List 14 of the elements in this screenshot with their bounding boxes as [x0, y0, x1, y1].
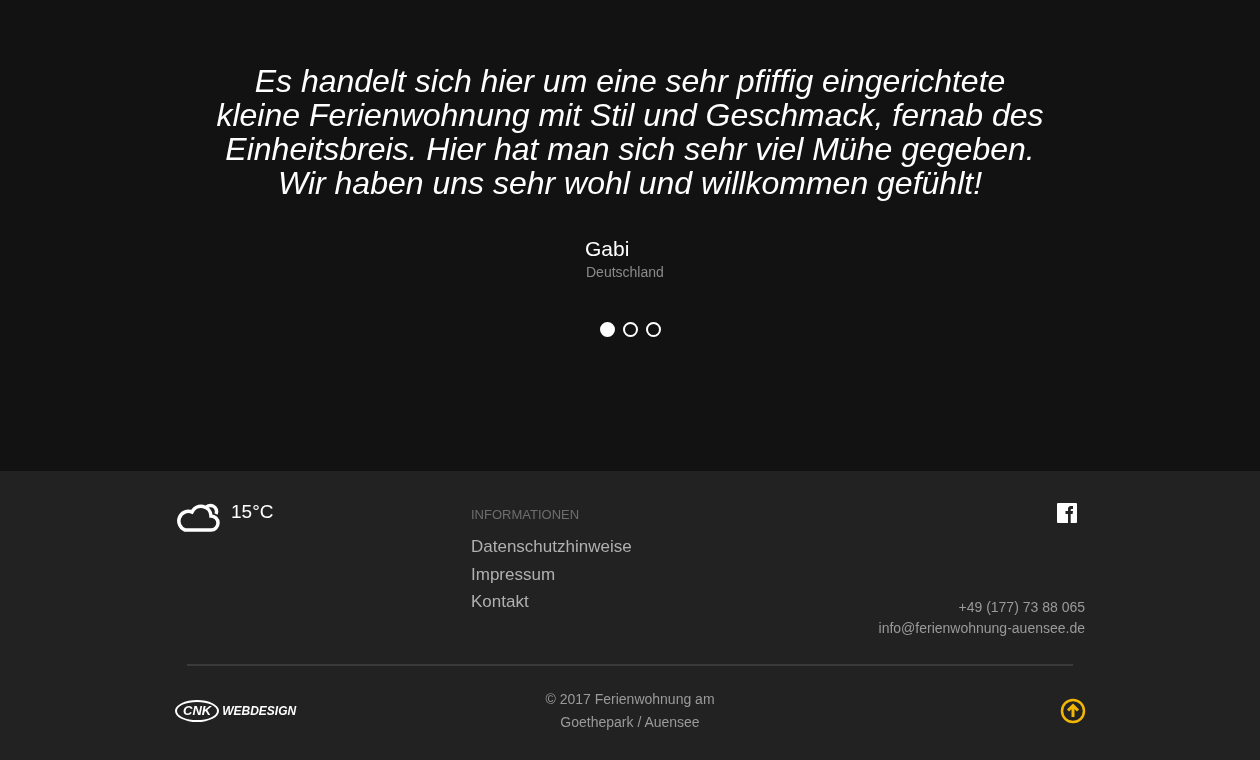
footer-link[interactable]: Impressum [471, 560, 556, 588]
temperature: 15°C [231, 500, 274, 524]
scroll-up-icon[interactable] [1060, 698, 1086, 724]
phone-number: +49 (177) 73 88 065 [958, 598, 1085, 617]
author-name: Gabi [585, 236, 631, 262]
author-country: Deutschland [586, 263, 665, 282]
footer-link[interactable]: Datenschutzhinweise [471, 533, 632, 561]
webdesign-logo[interactable]: CNK WEBDESIGN [175, 700, 375, 722]
facebook-icon[interactable] [1057, 503, 1077, 523]
email-address[interactable]: info@ferienwohnung-auensee.de [878, 618, 1085, 639]
testimonial-quote: Es handelt sich hier um eine sehr pfiffig eingerichtete kleine Ferienwohnung mit Stil und Geschmack, fernab des Einheitsbreis. Hier hat man sich sehr viel Mühe gegeben. Wir haben uns sehr wohl und willkommen gefühlt! [215, 64, 1045, 200]
footer-link[interactable]: Kontakt [471, 588, 529, 616]
section-heading: INFORMATIONEN [471, 506, 581, 524]
copyright-text: © 2017 Ferienwohnung am Goethepark / Auensee [544, 690, 716, 732]
